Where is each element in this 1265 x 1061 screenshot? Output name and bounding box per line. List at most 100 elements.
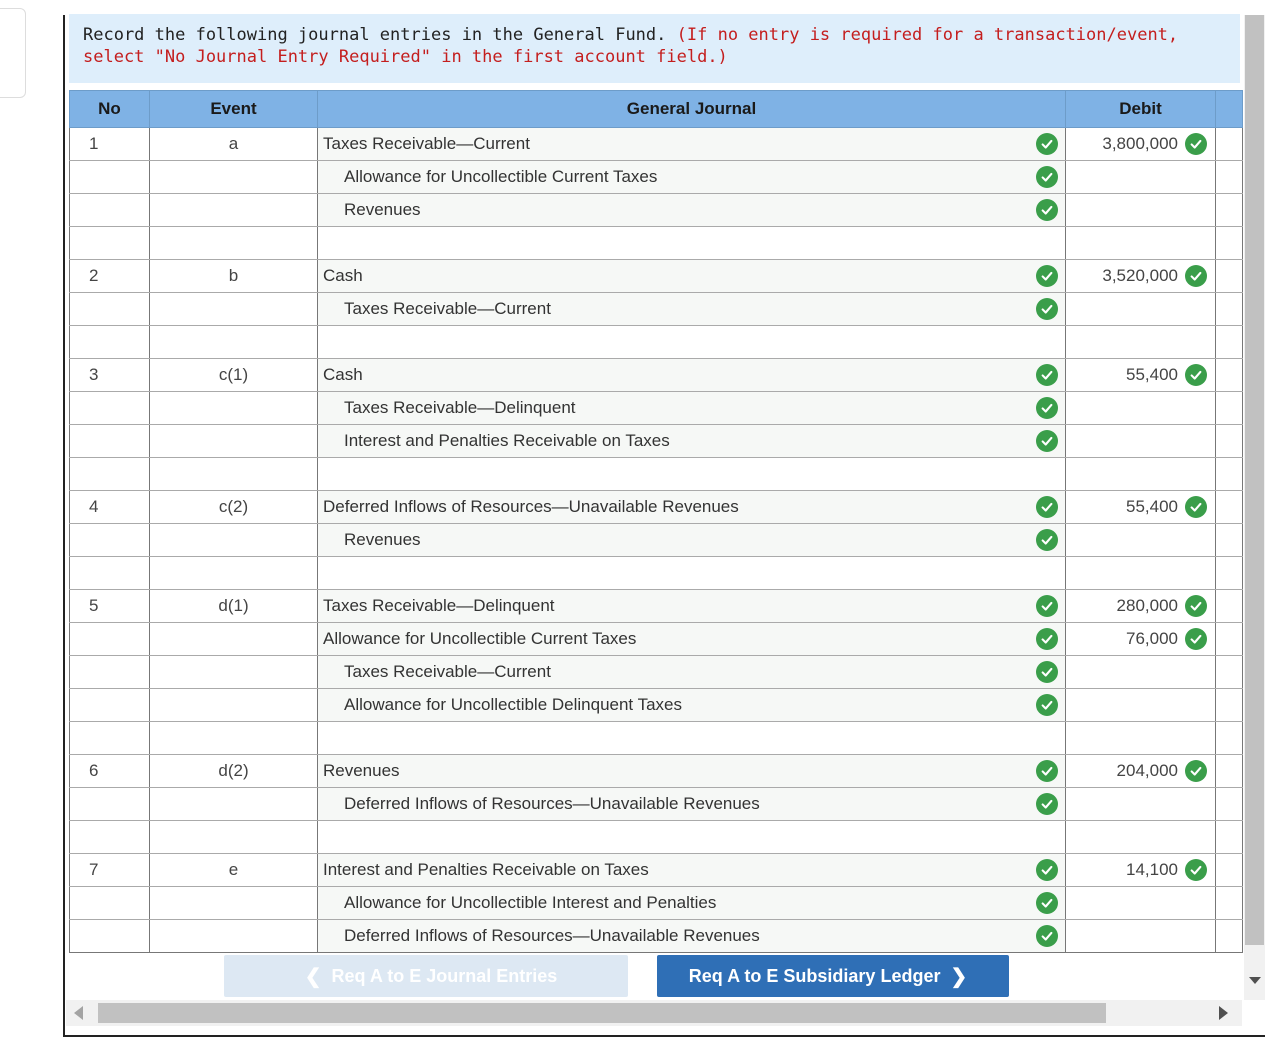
account-cell[interactable]: Taxes Receivable—Delinquent [317,391,1066,425]
credit-cell[interactable] [1215,622,1243,656]
account-cell[interactable]: Taxes Receivable—Current [317,655,1066,689]
debit-cell[interactable] [1065,886,1216,920]
header-no: No [69,90,150,128]
table-row [69,325,1243,359]
credit-cell[interactable] [1215,820,1243,854]
vertical-scroll-thumb[interactable] [1245,15,1264,945]
event-cell [149,556,318,590]
account-name: Deferred Inflows of Resources—Unavailabl… [344,926,760,945]
credit-cell[interactable] [1215,787,1243,821]
account-cell[interactable]: Allowance for Uncollectible Current Taxe… [317,160,1066,194]
check-circle-icon [1036,166,1058,188]
account-cell[interactable]: Interest and Penalties Receivable on Tax… [317,424,1066,458]
account-cell[interactable] [317,325,1066,359]
debit-cell[interactable]: 204,000 [1065,754,1216,788]
debit-cell[interactable] [1065,919,1216,953]
account-cell[interactable]: Cash [317,358,1066,392]
credit-cell[interactable] [1215,457,1243,491]
credit-cell[interactable] [1215,853,1243,887]
horizontal-scroll-thumb[interactable] [98,1003,1106,1023]
credit-cell[interactable] [1215,556,1243,590]
event-cell [149,193,318,227]
debit-cell[interactable] [1065,787,1216,821]
credit-cell[interactable] [1215,391,1243,425]
vertical-scrollbar[interactable] [1244,15,1265,1000]
debit-cell[interactable] [1065,391,1216,425]
credit-cell[interactable] [1215,160,1243,194]
credit-cell[interactable] [1215,886,1243,920]
account-cell[interactable]: Deferred Inflows of Resources—Unavailabl… [317,490,1066,524]
next-tab-label: Req A to E Subsidiary Ledger [688,965,941,986]
scroll-right-arrow-icon[interactable] [1219,1006,1228,1020]
debit-cell[interactable] [1065,556,1216,590]
credit-cell[interactable] [1215,688,1243,722]
account-cell[interactable] [317,457,1066,491]
check-circle-icon [1036,760,1058,782]
account-cell[interactable]: Interest and Penalties Receivable on Tax… [317,853,1066,887]
debit-cell[interactable]: 3,520,000 [1065,259,1216,293]
entry-number-cell: 5 [69,589,150,623]
debit-cell[interactable] [1065,721,1216,755]
credit-cell[interactable] [1215,193,1243,227]
account-cell[interactable]: Allowance for Uncollectible Current Taxe… [317,622,1066,656]
debit-cell[interactable]: 3,800,000 [1065,127,1216,161]
table-row [69,457,1243,491]
entry-number-cell [69,655,150,689]
debit-cell[interactable]: 55,400 [1065,490,1216,524]
account-cell[interactable]: Revenues [317,193,1066,227]
debit-cell[interactable] [1065,457,1216,491]
account-cell[interactable]: Taxes Receivable—Current [317,127,1066,161]
account-cell[interactable]: Cash [317,259,1066,293]
credit-cell[interactable] [1215,325,1243,359]
scroll-left-arrow-icon[interactable] [74,1006,83,1020]
credit-cell[interactable] [1215,589,1243,623]
entry-number-cell [69,787,150,821]
debit-cell[interactable]: 76,000 [1065,622,1216,656]
credit-cell[interactable] [1215,292,1243,326]
account-cell[interactable]: Taxes Receivable—Current [317,292,1066,326]
account-cell[interactable] [317,820,1066,854]
debit-cell[interactable] [1065,325,1216,359]
scroll-down-arrow-icon[interactable] [1249,977,1261,984]
check-circle-icon [1036,694,1058,716]
debit-cell[interactable] [1065,820,1216,854]
debit-cell[interactable] [1065,655,1216,689]
account-cell[interactable]: Deferred Inflows of Resources—Unavailabl… [317,919,1066,953]
account-cell[interactable]: Taxes Receivable—Delinquent [317,589,1066,623]
debit-cell[interactable] [1065,160,1216,194]
debit-cell[interactable] [1065,193,1216,227]
debit-cell[interactable]: 280,000 [1065,589,1216,623]
debit-cell[interactable] [1065,292,1216,326]
account-cell[interactable]: Allowance for Uncollectible Delinquent T… [317,688,1066,722]
credit-cell[interactable] [1215,490,1243,524]
account-cell[interactable] [317,556,1066,590]
credit-cell[interactable] [1215,358,1243,392]
credit-cell[interactable] [1215,127,1243,161]
account-cell[interactable]: Deferred Inflows of Resources—Unavailabl… [317,787,1066,821]
next-tab-button[interactable]: Req A to E Subsidiary Ledger ❯ [657,955,1009,997]
credit-cell[interactable] [1215,721,1243,755]
credit-cell[interactable] [1215,424,1243,458]
debit-cell[interactable]: 14,100 [1065,853,1216,887]
account-cell[interactable]: Revenues [317,754,1066,788]
prev-tab-button[interactable]: ❮ Req A to E Journal Entries [224,955,628,997]
account-cell[interactable] [317,226,1066,260]
credit-cell[interactable] [1215,259,1243,293]
account-cell[interactable] [317,721,1066,755]
account-cell[interactable]: Revenues [317,523,1066,557]
credit-cell[interactable] [1215,919,1243,953]
horizontal-scrollbar[interactable] [66,1000,1242,1026]
credit-cell[interactable] [1215,754,1243,788]
account-cell[interactable]: Allowance for Uncollectible Interest and… [317,886,1066,920]
entry-number-cell [69,325,150,359]
debit-cell[interactable] [1065,226,1216,260]
debit-cell[interactable]: 55,400 [1065,358,1216,392]
account-name: Cash [323,365,363,384]
debit-cell[interactable] [1065,523,1216,557]
debit-cell[interactable] [1065,688,1216,722]
credit-cell[interactable] [1215,655,1243,689]
credit-cell[interactable] [1215,523,1243,557]
table-row [69,721,1243,755]
credit-cell[interactable] [1215,226,1243,260]
debit-cell[interactable] [1065,424,1216,458]
